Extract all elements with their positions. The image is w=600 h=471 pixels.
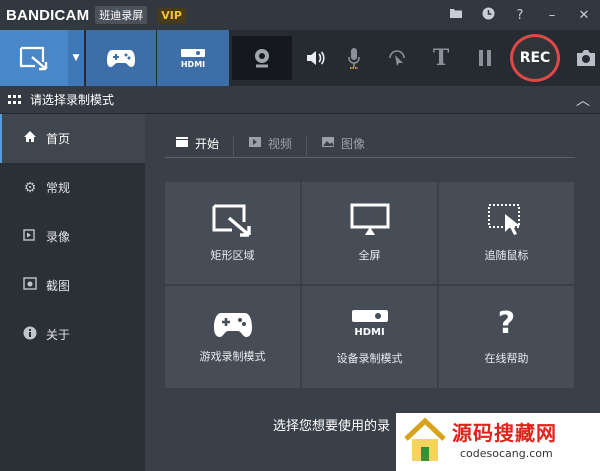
toolbar: ▼ HDMI T REC [0, 30, 600, 86]
screenshot-button[interactable] [572, 40, 600, 76]
question-icon: ? [497, 306, 516, 341]
sidebar-item-label: 录像 [46, 230, 71, 244]
speaker-button[interactable] [302, 40, 328, 76]
minimize-icon[interactable]: – [536, 8, 568, 23]
chevron-down-icon: ▼ [72, 53, 80, 63]
title-bar: BANDICAM 班迪录屏 VIP ? – ✕ [0, 0, 600, 30]
help-icon[interactable]: ? [504, 8, 536, 23]
folder-icon[interactable] [440, 7, 472, 23]
rectangle-mode-button[interactable] [0, 30, 68, 86]
mode-dropdown-button[interactable]: ▼ [68, 30, 84, 86]
speaker-icon [307, 51, 325, 65]
tile-label: 矩形区域 [210, 249, 255, 262]
sidebar-item-label: 截图 [46, 279, 71, 293]
follow-mouse-tile[interactable]: 追随鼠标 [439, 182, 574, 284]
tile-label: 游戏录制模式 [199, 350, 266, 363]
microphone-icon [348, 48, 360, 69]
home-icon [22, 130, 38, 147]
sidebar-item-general[interactable]: ⚙ 常规 [0, 163, 145, 212]
watermark-text: 源码搜藏网 [452, 421, 557, 445]
webcam-button[interactable] [232, 36, 292, 80]
gamepad-icon [107, 50, 135, 67]
image-icon [321, 136, 335, 151]
device-mode-button[interactable]: HDMI [157, 30, 229, 86]
sidebar-item-about[interactable]: 关于 [0, 310, 145, 359]
hdmi-device-icon [181, 48, 205, 57]
tab-start[interactable]: 开始 [165, 135, 235, 158]
gear-icon: ⚙ [23, 179, 37, 196]
tab-video[interactable]: 视频 [234, 135, 308, 158]
cursor-effect-button[interactable] [384, 40, 410, 76]
grid-menu-icon [8, 94, 22, 105]
mode-grid: 矩形区域 全屏 追随鼠标 游戏录制模式 HDMI 设备录制模式 ? 在线帮助 [165, 182, 574, 388]
rectangle-select-icon [212, 204, 251, 237]
gamepad-icon [213, 313, 252, 337]
vip-badge[interactable]: VIP [157, 7, 186, 23]
cursor-click-icon [389, 50, 405, 66]
mode-section-header: 请选择录制模式 ︿ [0, 86, 600, 114]
collapse-icon[interactable]: ︿ [576, 90, 590, 110]
tile-label: 追随鼠标 [484, 249, 529, 262]
app-title: 班迪录屏 [95, 6, 148, 24]
hdmi-label: HDMI [354, 326, 385, 338]
record-button[interactable]: REC [510, 34, 560, 82]
record-label: REC [519, 50, 551, 66]
pause-button[interactable] [472, 40, 498, 76]
rectangle-area-tile[interactable]: 矩形区域 [165, 182, 300, 284]
app-logo: BANDICAM [6, 6, 90, 24]
close-icon[interactable]: ✕ [568, 8, 600, 23]
sidebar: 首页 ⚙ 常规 录像 截图 关于 [0, 114, 145, 471]
game-mode-button[interactable] [86, 30, 156, 86]
clapper-icon [175, 136, 189, 151]
text-overlay-button[interactable]: T [428, 40, 454, 76]
section-title: 请选择录制模式 [30, 93, 115, 107]
video-icon [22, 228, 38, 246]
monitor-icon [350, 203, 389, 235]
sidebar-item-screenshot[interactable]: 截图 [0, 261, 145, 310]
tab-label: 开始 [195, 137, 220, 151]
watermark: 源码搜藏网 codesocang.com [396, 413, 600, 471]
sidebar-item-label: 首页 [46, 132, 71, 146]
sidebar-item-video[interactable]: 录像 [0, 212, 145, 261]
mode-prompt-text: 选择您想要使用的录 [273, 419, 391, 434]
online-help-tile[interactable]: ? 在线帮助 [439, 286, 574, 388]
tab-label: 图像 [341, 137, 366, 151]
camera-icon [577, 50, 595, 66]
fullscreen-tile[interactable]: 全屏 [302, 182, 437, 284]
sidebar-item-label: 常规 [46, 181, 71, 195]
clock-icon[interactable] [472, 7, 504, 24]
tab-bar: 开始 视频 图像 [165, 132, 575, 158]
sidebar-item-home[interactable]: 首页 [0, 114, 145, 163]
follow-cursor-icon [487, 204, 520, 235]
tile-label: 设备录制模式 [336, 351, 403, 365]
tile-label: 全屏 [358, 249, 381, 262]
device-mode-tile[interactable]: HDMI 设备录制模式 [302, 286, 437, 388]
watermark-url: codesocang.com [460, 447, 553, 460]
tab-image[interactable]: 图像 [307, 135, 379, 158]
hdmi-device-icon [351, 309, 388, 322]
rectangle-select-icon [19, 46, 48, 71]
house-logo-icon [404, 417, 446, 461]
pause-icon [479, 50, 491, 66]
tile-label: 在线帮助 [484, 352, 529, 365]
info-icon [22, 326, 38, 344]
tab-label: 视频 [268, 137, 293, 151]
game-mode-tile[interactable]: 游戏录制模式 [165, 286, 300, 388]
webcam-icon [255, 49, 269, 68]
hdmi-label: HDMI [180, 59, 206, 69]
microphone-button[interactable] [342, 40, 366, 76]
play-icon [248, 136, 262, 151]
text-icon: T [432, 45, 450, 71]
camera-icon [22, 277, 38, 294]
sidebar-item-label: 关于 [46, 328, 71, 342]
